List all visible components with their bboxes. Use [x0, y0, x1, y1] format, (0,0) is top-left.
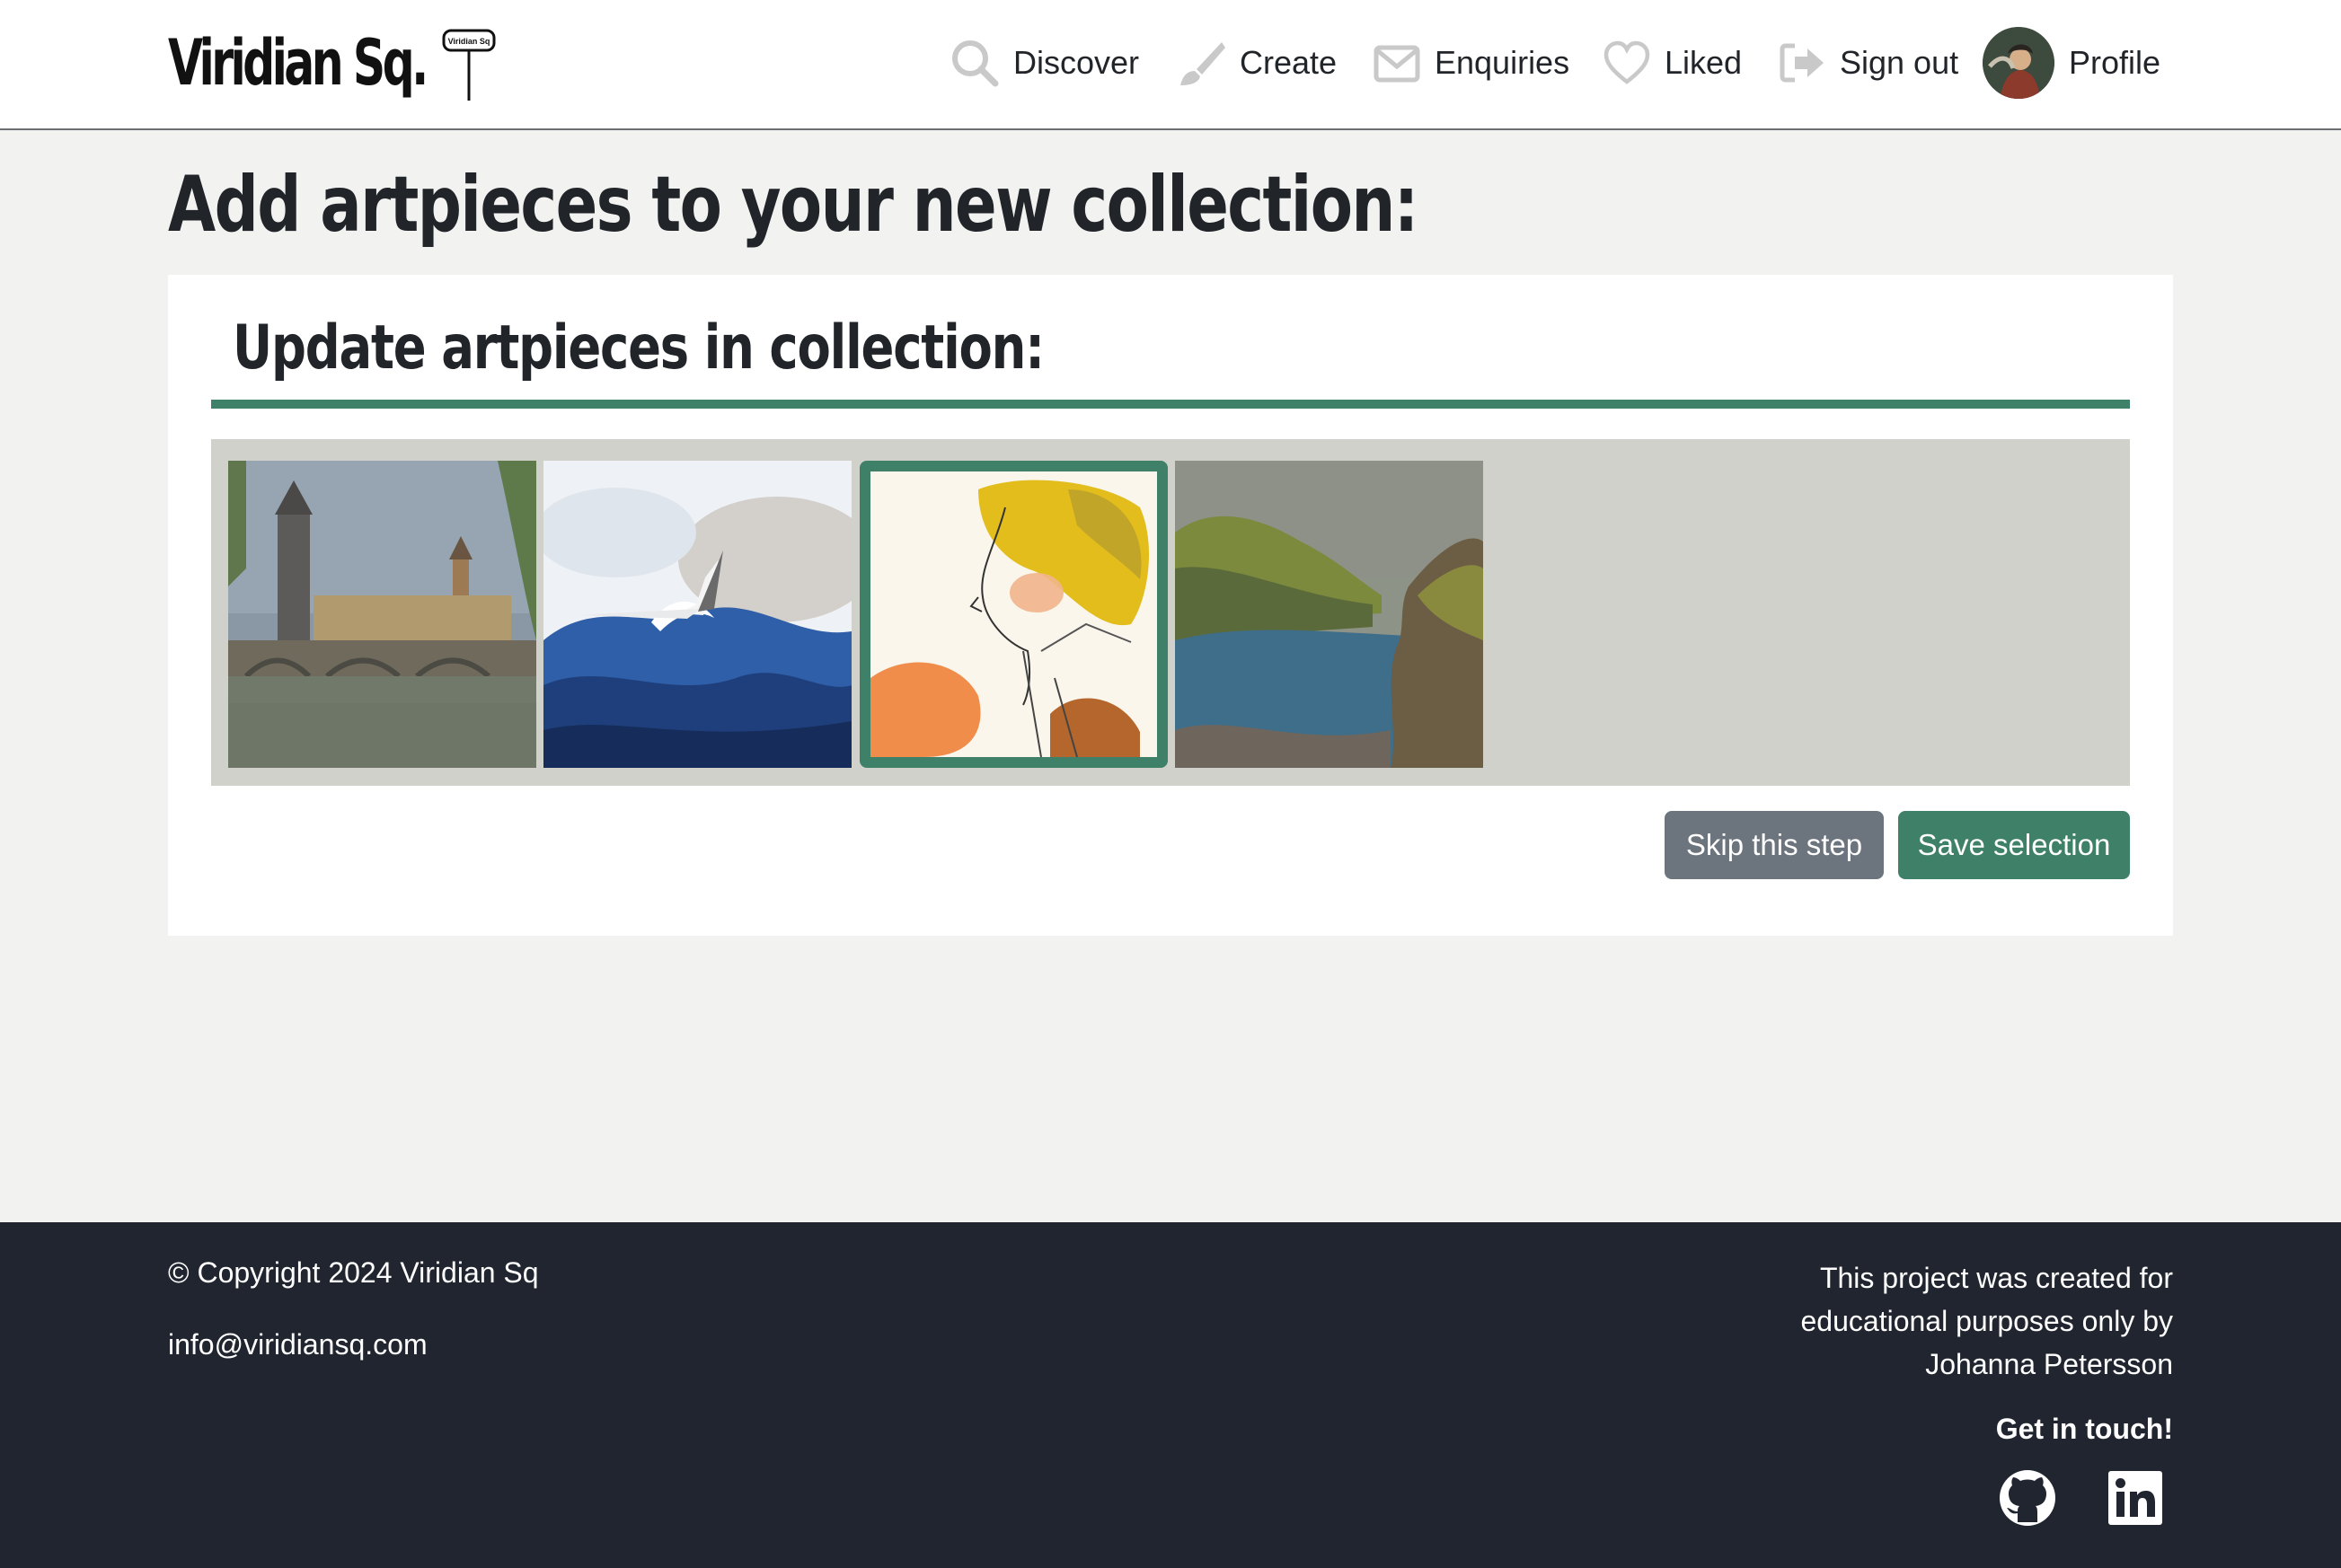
skip-step-button[interactable]: Skip this step	[1665, 811, 1884, 879]
page-title: Add artpieces to your new collection:	[168, 160, 1418, 250]
search-icon	[950, 39, 999, 87]
credits-line: educational purposes only by	[1800, 1305, 2174, 1337]
artpiece-bridge-cityscape[interactable]	[228, 461, 536, 768]
nav-liked-label: Liked	[1665, 44, 1743, 81]
heart-icon	[1603, 39, 1650, 87]
save-selection-button[interactable]: Save selection	[1898, 811, 2130, 879]
artpiece-seagull-waves[interactable]	[543, 461, 852, 768]
card-title: Update artpieces in collection:	[233, 313, 1045, 383]
main-nav: Discover Create Enquiries Liked Sign out	[0, 27, 2341, 99]
navbar: Viridian Sq. Viridian Sq Discover Create…	[0, 0, 2341, 130]
get-in-touch-heading: Get in touch!	[1995, 1413, 2173, 1445]
artpiece-coastal-cliffs[interactable]	[1175, 461, 1483, 768]
nav-sign-out-label: Sign out	[1840, 44, 1959, 81]
github-icon	[2000, 1470, 2055, 1526]
avatar	[1983, 27, 2054, 99]
nav-sign-out[interactable]: Sign out	[1779, 27, 1958, 99]
credits-line: This project was created for	[1819, 1262, 2173, 1294]
footer: © Copyright 2024 Viridian Sq info@viridi…	[0, 1222, 2341, 1568]
copyright-text: © Copyright 2024 Viridian Sq	[168, 1256, 539, 1289]
collection-card: Update artpieces in collection: Skip thi…	[168, 275, 2173, 936]
contact-email[interactable]: info@viridiansq.com	[168, 1328, 428, 1361]
sign-out-icon	[1779, 39, 1825, 87]
nav-discover-label: Discover	[1013, 44, 1140, 81]
nav-create[interactable]: Create	[1177, 27, 1337, 99]
nav-create-label: Create	[1240, 44, 1338, 81]
linkedin-link[interactable]	[2106, 1468, 2165, 1528]
divider	[211, 400, 2130, 409]
project-credits: This project was created for educational…	[1670, 1256, 2174, 1386]
nav-profile[interactable]: Profile	[1983, 27, 2160, 99]
nav-profile-label: Profile	[2069, 44, 2161, 81]
nav-enquiries-label: Enquiries	[1435, 44, 1570, 81]
linkedin-icon	[2108, 1471, 2162, 1525]
bridge-cityscape-painting	[228, 461, 536, 768]
artpiece-woman-portrait[interactable]	[860, 461, 1168, 768]
nav-discover[interactable]: Discover	[950, 27, 1139, 99]
github-link[interactable]	[1998, 1468, 2057, 1528]
coastal-cliffs-painting	[1175, 461, 1483, 768]
paintbrush-icon	[1177, 39, 1225, 87]
woman-portrait-painting	[870, 471, 1157, 757]
envelope-icon	[1374, 39, 1420, 87]
seagull-waves-painting	[543, 461, 852, 768]
artpiece-gallery	[211, 439, 2130, 786]
nav-enquiries[interactable]: Enquiries	[1374, 27, 1569, 99]
credits-line: Johanna Petersson	[1925, 1348, 2173, 1380]
nav-liked[interactable]: Liked	[1603, 27, 1742, 99]
